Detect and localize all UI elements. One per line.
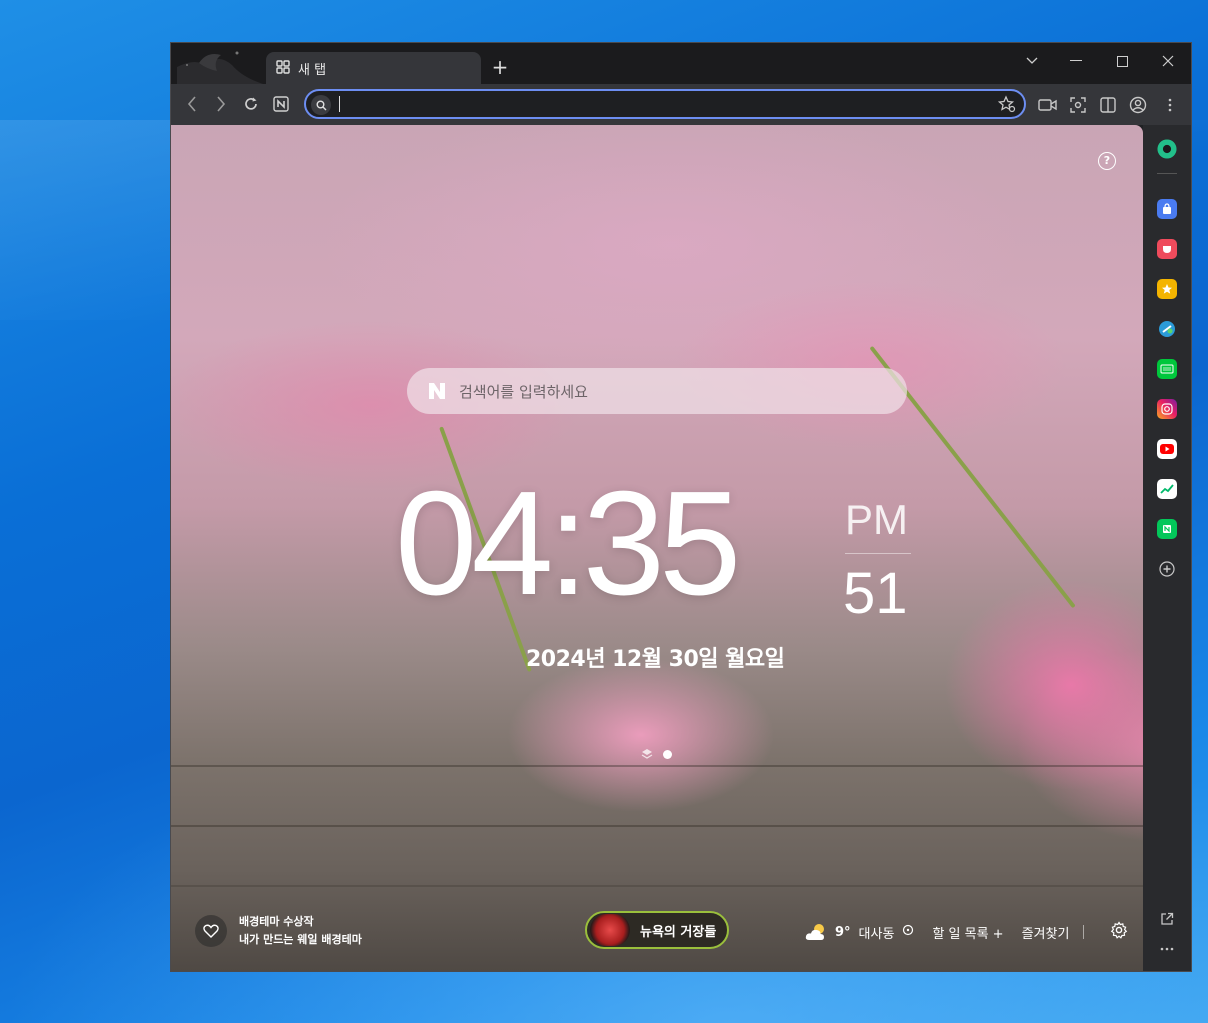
theme-award[interactable]: 배경테마 수상작 내가 만드는 웨일 배경테마 xyxy=(195,913,362,949)
news-feature-button[interactable]: 뉴욕의 거장들 xyxy=(585,911,729,949)
stock-icon[interactable] xyxy=(1157,479,1177,499)
green-app-icon[interactable] xyxy=(1157,139,1177,159)
back-icon[interactable] xyxy=(181,93,203,115)
maximize-icon[interactable] xyxy=(1107,51,1137,71)
news-feature-label: 뉴욕의 거장들 xyxy=(640,924,717,940)
browser-window: 새 탭 + ? 검색어를 입력하세요 04:35 PM 51 2024년 12월… xyxy=(170,42,1192,972)
bookmark-star-icon[interactable] xyxy=(997,95,1016,117)
rose-thumbnail xyxy=(590,914,630,946)
tab-grid-icon xyxy=(276,59,290,78)
screen-capture-icon[interactable] xyxy=(1067,94,1089,116)
video-capture-icon[interactable] xyxy=(1037,94,1059,116)
theme-award-subtitle: 내가 만드는 웨일 배경테마 xyxy=(239,933,362,946)
address-bar[interactable] xyxy=(304,89,1026,119)
theme-award-title: 배경테마 수상작 xyxy=(239,915,314,928)
split-view-icon[interactable] xyxy=(1097,94,1119,116)
shopping-icon[interactable] xyxy=(1157,199,1177,219)
help-icon[interactable]: ? xyxy=(1098,152,1116,170)
naver-home-icon[interactable] xyxy=(270,93,292,115)
pocket-icon[interactable] xyxy=(1157,239,1177,259)
clock-divider xyxy=(845,553,911,554)
instagram-icon[interactable] xyxy=(1157,399,1177,419)
settings-gear-icon[interactable] xyxy=(1110,921,1128,943)
reload-icon[interactable] xyxy=(240,93,262,115)
more-icon[interactable] xyxy=(1157,939,1177,959)
add-icon[interactable] xyxy=(1157,559,1177,579)
sidebar-divider xyxy=(1157,173,1177,174)
todo-list-link[interactable]: 할 일 목록 + xyxy=(932,923,1003,942)
tabstrip-art xyxy=(177,47,263,84)
clock-time: 04:35 xyxy=(395,461,741,626)
widgets-bar: 9° 대사동 할 일 목록 + 즐겨찾기 xyxy=(805,921,1128,943)
new-tab-page: ? 검색어를 입력하세요 04:35 PM 51 2024년 12월 30일 월… xyxy=(171,125,1143,971)
forward-icon[interactable] xyxy=(210,93,232,115)
heart-icon[interactable] xyxy=(195,915,227,947)
close-icon[interactable] xyxy=(1153,51,1183,71)
clock-ampm: PM xyxy=(845,496,908,543)
wood-plank-line xyxy=(171,885,1143,887)
text-caret xyxy=(339,96,340,112)
page-indicator xyxy=(641,745,672,764)
naver-logo-icon xyxy=(427,381,447,401)
clock-date: 2024년 12월 30일 월요일 xyxy=(526,647,785,672)
weather-temp[interactable]: 9° xyxy=(835,925,851,940)
naver-news-icon[interactable] xyxy=(1157,519,1177,539)
tab-strip: 새 탭 + xyxy=(171,43,1191,84)
clock-seconds: 51 xyxy=(843,561,908,626)
translate-icon[interactable] xyxy=(1157,319,1177,339)
new-tab-button[interactable]: + xyxy=(489,56,511,78)
weather-location[interactable]: 대사동 xyxy=(859,923,895,942)
search-icon xyxy=(311,95,331,115)
weather-cloud-icon xyxy=(805,923,829,941)
location-target-icon[interactable] xyxy=(902,924,914,940)
menu-kebab-icon[interactable] xyxy=(1159,94,1181,116)
youtube-icon[interactable] xyxy=(1157,439,1177,459)
sidebar xyxy=(1143,125,1191,971)
tab-new-tab[interactable]: 새 탭 xyxy=(266,52,481,84)
divider xyxy=(1083,925,1085,939)
wood-plank-line xyxy=(171,825,1143,827)
webtoon-icon[interactable] xyxy=(1157,359,1177,379)
minimize-icon[interactable] xyxy=(1061,51,1091,71)
favorites-star-icon[interactable] xyxy=(1157,279,1177,299)
open-external-icon[interactable] xyxy=(1157,909,1177,929)
search-bar[interactable]: 검색어를 입력하세요 xyxy=(407,368,907,414)
toolbar xyxy=(171,84,1191,125)
bookmarks-link[interactable]: 즐겨찾기 xyxy=(1022,923,1070,942)
layers-icon[interactable] xyxy=(641,745,653,764)
page-dot-active[interactable] xyxy=(663,750,672,759)
tab-title: 새 탭 xyxy=(298,62,327,78)
profile-icon[interactable] xyxy=(1127,94,1149,116)
tab-search-chevron-icon[interactable] xyxy=(1017,51,1047,71)
search-placeholder: 검색어를 입력하세요 xyxy=(459,382,588,401)
wood-plank-line xyxy=(171,765,1143,767)
